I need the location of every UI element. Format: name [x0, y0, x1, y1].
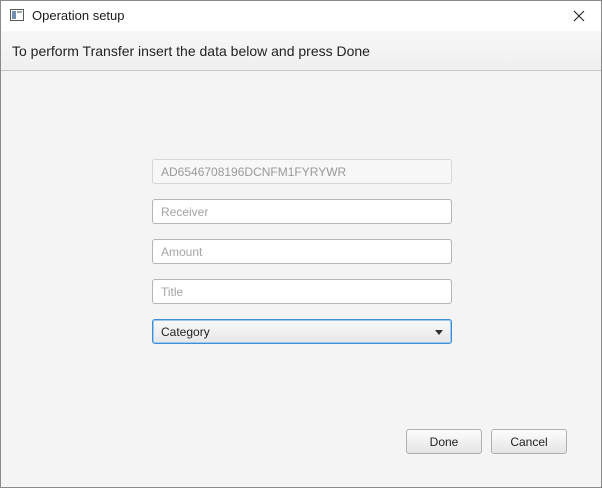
chevron-down-icon [435, 330, 443, 335]
title-bar: Operation setup [1, 1, 601, 31]
title-input[interactable] [152, 279, 452, 304]
receiver-input[interactable] [152, 199, 452, 224]
instruction-header: To perform Transfer insert the data belo… [1, 31, 601, 71]
cancel-button[interactable]: Cancel [491, 429, 567, 454]
category-dropdown[interactable]: Category [152, 319, 452, 344]
amount-input[interactable] [152, 239, 452, 264]
close-button[interactable] [557, 1, 601, 31]
close-icon [573, 10, 585, 22]
done-button[interactable]: Done [406, 429, 482, 454]
account-number-field [152, 159, 452, 184]
app-window-icon [10, 9, 24, 21]
operation-setup-window: Operation setup To perform Transfer inse… [0, 0, 602, 488]
window-title: Operation setup [32, 8, 125, 23]
instruction-text: To perform Transfer insert the data belo… [12, 43, 370, 59]
category-selected-value: Category [161, 325, 210, 339]
